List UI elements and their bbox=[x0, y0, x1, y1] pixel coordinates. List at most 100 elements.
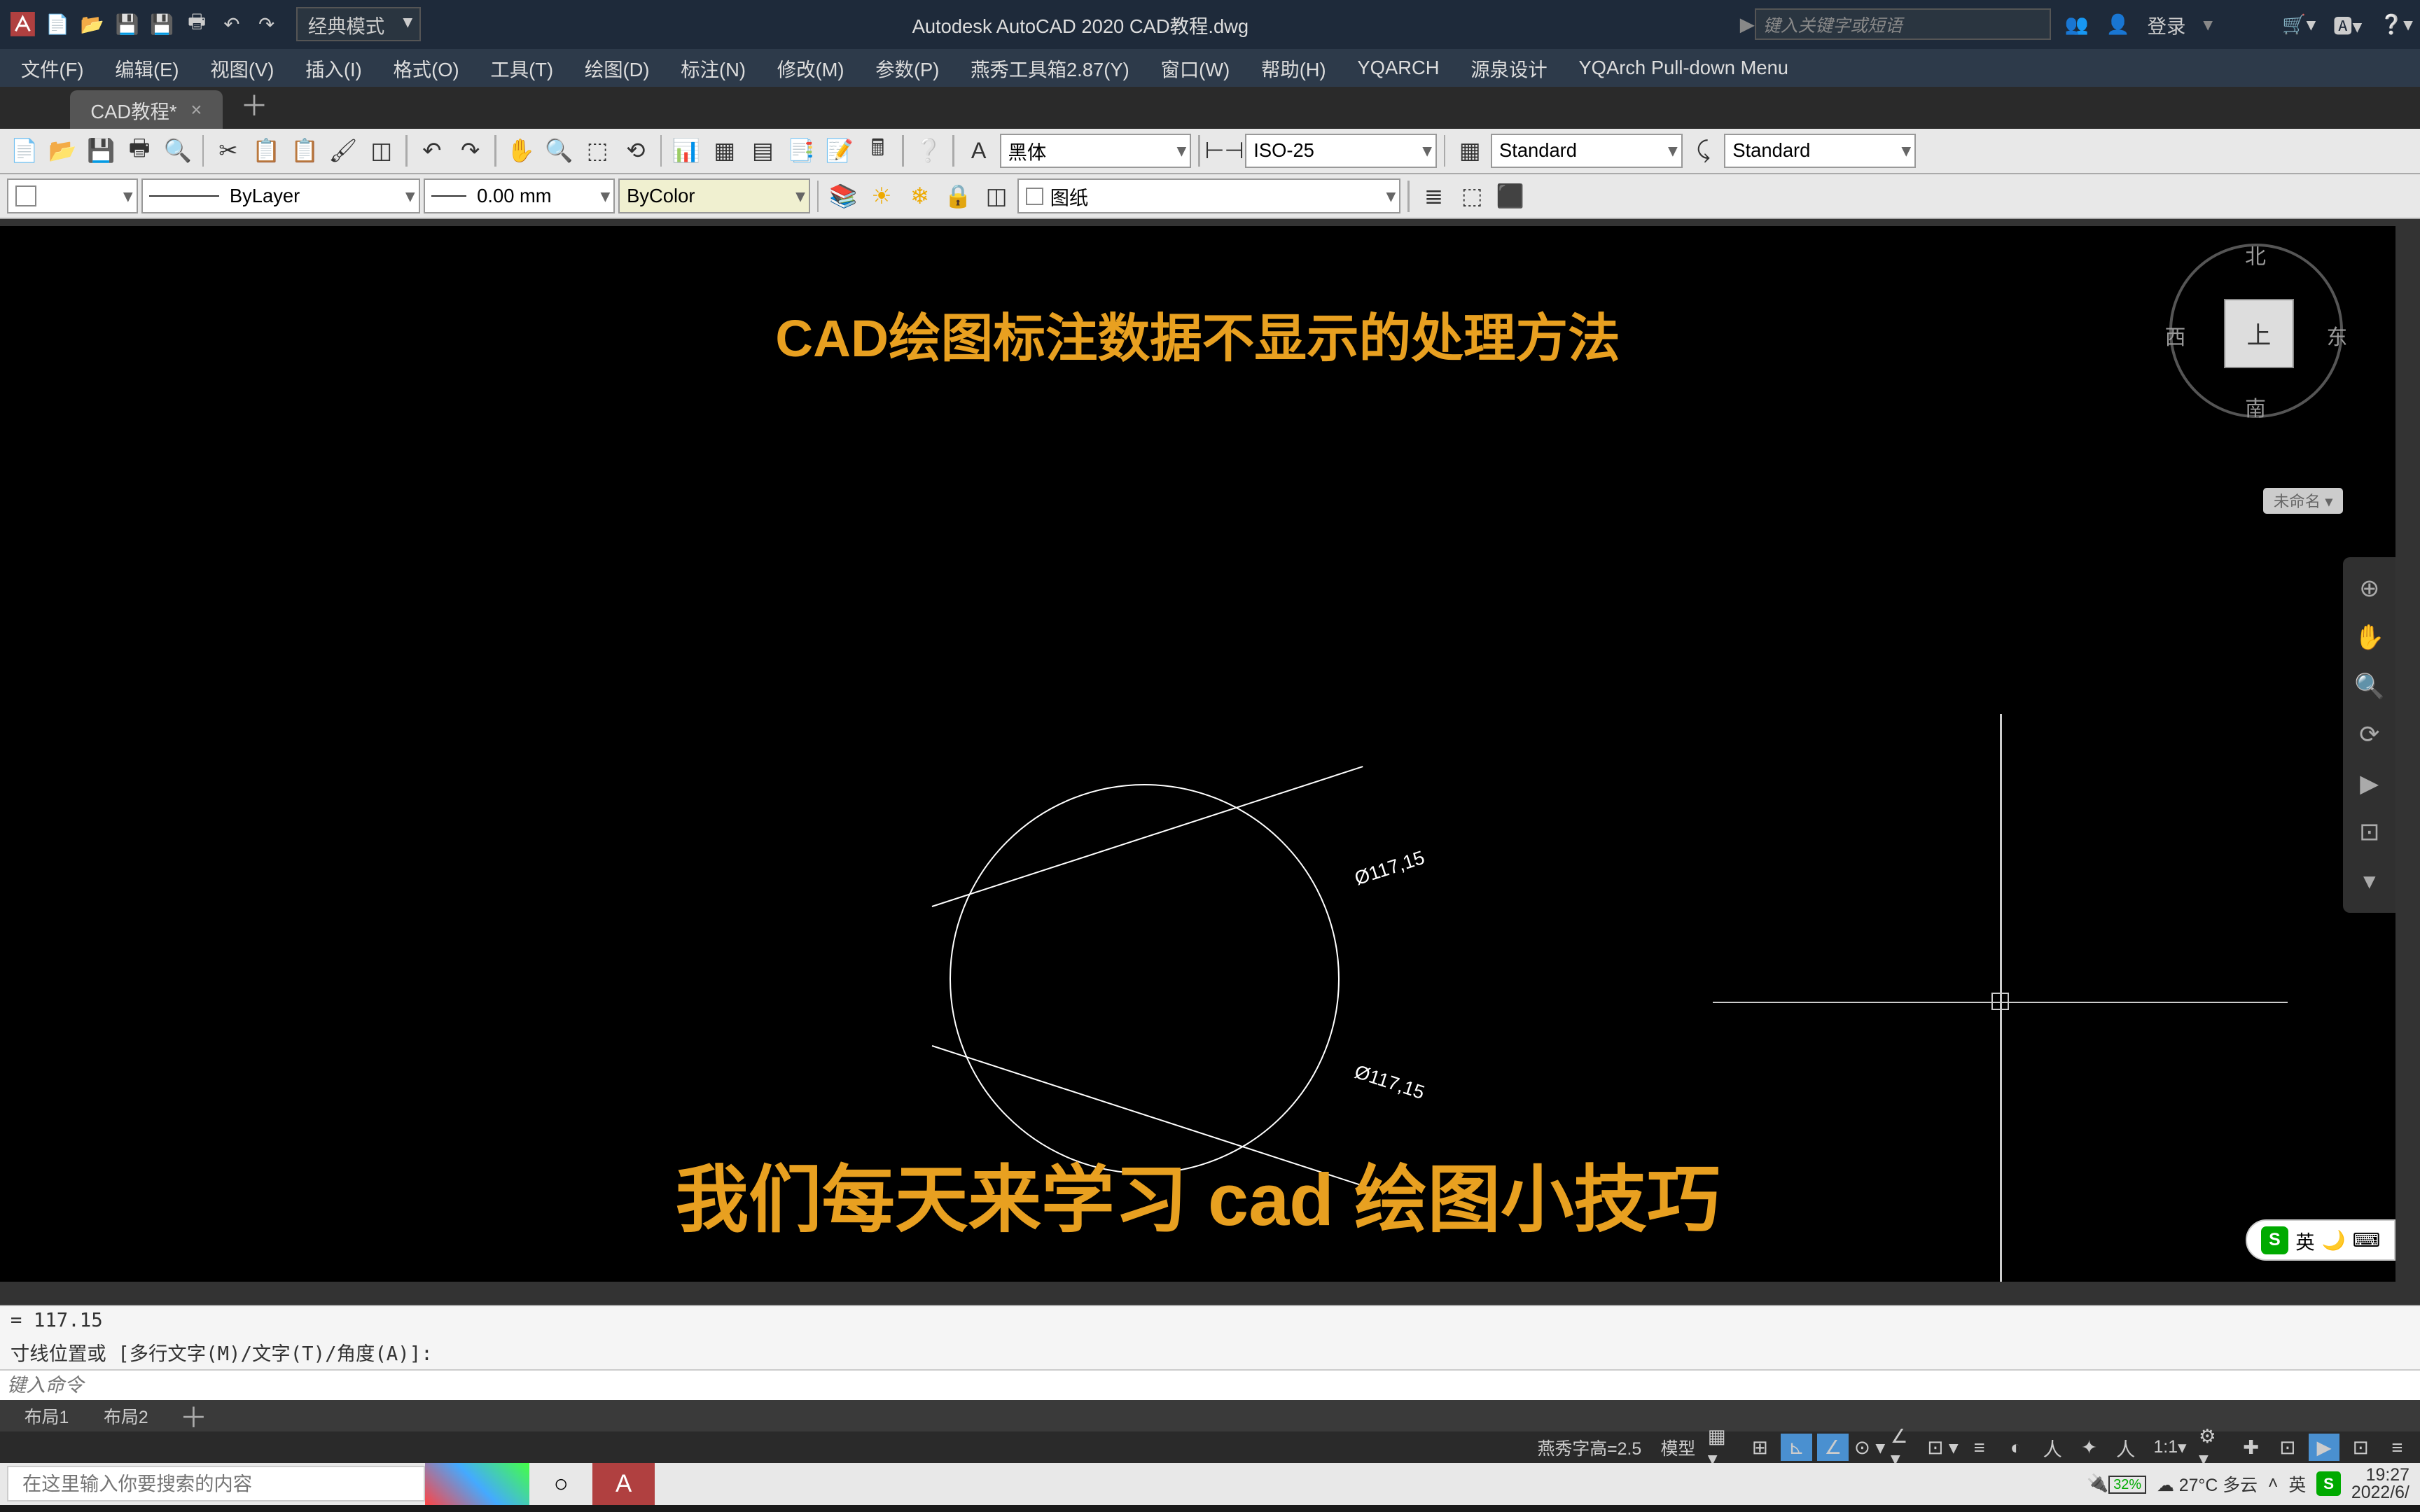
snap-icon[interactable]: ⊞ bbox=[1744, 1434, 1776, 1462]
isodraft-icon[interactable]: ⊙ ▾ bbox=[1854, 1434, 1886, 1462]
menu-file[interactable]: 文件(F) bbox=[7, 50, 97, 85]
tablestyle-icon[interactable]: ▦ bbox=[1452, 134, 1487, 169]
windows-search-input[interactable] bbox=[7, 1466, 425, 1502]
battery-icon[interactable]: 🔌32% bbox=[2087, 1474, 2146, 1494]
menu-yqarch-pulldown[interactable]: YQArch Pull-down Menu bbox=[1565, 53, 1802, 83]
app-icon[interactable]: 🅰▾ bbox=[2333, 10, 2362, 38]
viewcube-west[interactable]: 西 bbox=[2165, 320, 2186, 351]
status-model-button[interactable]: 模型 bbox=[1654, 1433, 1703, 1462]
menu-yqarch[interactable]: YQARCH bbox=[1344, 53, 1454, 83]
help-search-input[interactable]: 键入关键字或短语 bbox=[1755, 8, 2051, 40]
nav-wheel-icon[interactable]: ⊕ bbox=[2343, 564, 2395, 613]
cut-icon[interactable]: ✂ bbox=[211, 134, 246, 169]
workspace-icon[interactable]: ✚ bbox=[2235, 1434, 2267, 1462]
command-input[interactable] bbox=[7, 1374, 2413, 1396]
menu-edit[interactable]: 编辑(E) bbox=[101, 50, 193, 85]
mleaderstyle-icon[interactable]: ⤹ bbox=[1686, 134, 1721, 169]
cleanscreen-icon[interactable]: ⊡ bbox=[2345, 1434, 2377, 1462]
paste-icon[interactable]: 📋 bbox=[287, 134, 322, 169]
sogou-tray-icon[interactable]: S bbox=[2316, 1471, 2341, 1496]
tray-expand-icon[interactable]: ˄ bbox=[2268, 1474, 2279, 1494]
pan-icon[interactable]: ✋ bbox=[503, 134, 538, 169]
menu-format[interactable]: 格式(O) bbox=[380, 50, 473, 85]
plot-icon[interactable]: 🖶 bbox=[181, 8, 213, 40]
zoomprev-icon[interactable]: ⟲ bbox=[618, 134, 653, 169]
ortho-icon[interactable]: ⊾ bbox=[1781, 1434, 1812, 1462]
markup-icon[interactable]: 📝 bbox=[822, 134, 857, 169]
transparency-icon[interactable]: ◐ bbox=[2001, 1434, 2032, 1462]
viewcube-name[interactable]: 未命名 ▾ bbox=[2263, 488, 2343, 514]
freeze-icon[interactable]: ❄ bbox=[903, 178, 938, 214]
viewcube-east[interactable]: 东 bbox=[2326, 320, 2347, 351]
layer-manager-icon[interactable]: 📚 bbox=[826, 178, 861, 214]
linetype-dropdown[interactable]: ByLayer bbox=[141, 178, 420, 214]
scale-dropdown[interactable]: 1:1 ▾ bbox=[2147, 1435, 2194, 1460]
menu-modify[interactable]: 修改(M) bbox=[763, 50, 858, 85]
viewcube-top[interactable]: 上 bbox=[2224, 299, 2294, 369]
otrack-icon[interactable]: ∠ ▾ bbox=[1891, 1434, 1922, 1462]
help-icon[interactable]: ❔▾ bbox=[2379, 13, 2413, 36]
menu-tools[interactable]: 工具(T) bbox=[477, 50, 567, 85]
dimension-text-1[interactable]: Ø117,15 bbox=[1352, 846, 1428, 890]
viewcube-south[interactable]: 南 bbox=[2245, 391, 2266, 422]
cortana-icon[interactable]: ○ bbox=[529, 1463, 592, 1505]
clock-date[interactable]: 2022/6/ bbox=[2351, 1484, 2409, 1502]
nav-expand-icon[interactable]: ⊡ bbox=[2343, 808, 2395, 857]
menu-parametric[interactable]: 参数(P) bbox=[861, 50, 953, 85]
redo-icon[interactable]: ↷ bbox=[251, 8, 282, 40]
annoscale-icon[interactable]: 人 bbox=[2110, 1434, 2141, 1462]
copy-icon[interactable]: 📋 bbox=[249, 134, 284, 169]
new-icon[interactable]: 📄 bbox=[42, 8, 74, 40]
viewcube[interactable]: 上 北 南 东 西 未命名 ▾ bbox=[2169, 244, 2344, 453]
gear-icon[interactable]: ⚙ ▾ bbox=[2199, 1434, 2230, 1462]
customize-icon[interactable]: ≡ bbox=[2381, 1434, 2413, 1462]
layeriso-icon[interactable]: ⬚ bbox=[1454, 178, 1489, 214]
drawing-canvas[interactable]: CAD绘图标注数据不显示的处理方法 Ø117,15 Ø117,15 我们每天来学… bbox=[0, 226, 2395, 1282]
layout-tab-1[interactable]: 布局1 bbox=[7, 1400, 86, 1432]
layeroff-icon[interactable]: ⬛ bbox=[1493, 178, 1528, 214]
redo-icon[interactable]: ↷ bbox=[453, 134, 488, 169]
plotstyle-dropdown[interactable]: ByColor bbox=[618, 178, 810, 214]
calc-icon[interactable]: 🖩 bbox=[861, 134, 896, 169]
sheetset-icon[interactable]: 📑 bbox=[784, 134, 819, 169]
file-tab[interactable]: CAD教程* × bbox=[70, 90, 223, 129]
sun-icon[interactable]: ☀ bbox=[864, 178, 899, 214]
dimstyle-icon[interactable]: ⊢⊣ bbox=[1207, 134, 1242, 169]
matchprop-icon[interactable]: 🖌 bbox=[326, 134, 361, 169]
save-icon[interactable]: 💾 bbox=[83, 134, 118, 169]
nav-orbit-icon[interactable]: ⟳ bbox=[2343, 710, 2395, 760]
menu-dimension[interactable]: 标注(N) bbox=[667, 50, 759, 85]
lineweight-icon[interactable]: ≡ bbox=[1963, 1434, 1995, 1462]
dimstyle-dropdown[interactable]: ISO-25 bbox=[1245, 134, 1437, 169]
exchange-icon[interactable]: 🛒▾ bbox=[2282, 13, 2316, 36]
dimension-text-2[interactable]: Ø117,15 bbox=[1352, 1060, 1428, 1104]
ime-indicator[interactable]: S 英 🌙 ⌨ bbox=[2246, 1219, 2395, 1261]
save-icon[interactable]: 💾 bbox=[111, 8, 143, 40]
color-dropdown[interactable] bbox=[7, 178, 138, 214]
blockeditor-icon[interactable]: ◫ bbox=[364, 134, 399, 169]
cmd-close-icon[interactable]: ✕ bbox=[32, 226, 52, 1278]
infocenter-icon[interactable]: 👥 bbox=[2065, 13, 2089, 36]
annomonitor-icon[interactable]: ✦ bbox=[2073, 1434, 2105, 1462]
viewcube-north[interactable]: 北 bbox=[2245, 239, 2266, 270]
login-button[interactable]: 登录 bbox=[2148, 10, 2186, 38]
layer-dropdown[interactable]: 图纸 bbox=[1017, 178, 1400, 214]
menu-yuanquan[interactable]: 源泉设计 bbox=[1456, 50, 1561, 85]
saveas-icon[interactable]: 💾 bbox=[146, 8, 178, 40]
textstyle-icon[interactable]: A bbox=[961, 134, 996, 169]
menu-insert[interactable]: 插入(I) bbox=[291, 50, 375, 85]
undo-icon[interactable]: ↶ bbox=[415, 134, 450, 169]
open-icon[interactable]: 📂 bbox=[46, 134, 81, 169]
cycling-icon[interactable]: 人 bbox=[2037, 1434, 2068, 1462]
nav-more-icon[interactable]: ▾ bbox=[2343, 857, 2395, 906]
nav-pan-icon[interactable]: ✋ bbox=[2343, 613, 2395, 662]
menu-window[interactable]: 窗口(W) bbox=[1147, 50, 1244, 85]
preview-icon[interactable]: 🔍 bbox=[160, 134, 195, 169]
help-icon[interactable]: ❔ bbox=[911, 134, 946, 169]
open-icon[interactable]: 📂 bbox=[76, 8, 108, 40]
designcenter-icon[interactable]: ▦ bbox=[707, 134, 742, 169]
menu-help[interactable]: 帮助(H) bbox=[1247, 50, 1340, 85]
lock-icon[interactable]: 🔒 bbox=[940, 178, 975, 214]
workspace-dropdown[interactable]: 经典模式 bbox=[296, 7, 421, 41]
autocad-logo-icon[interactable] bbox=[7, 8, 39, 40]
